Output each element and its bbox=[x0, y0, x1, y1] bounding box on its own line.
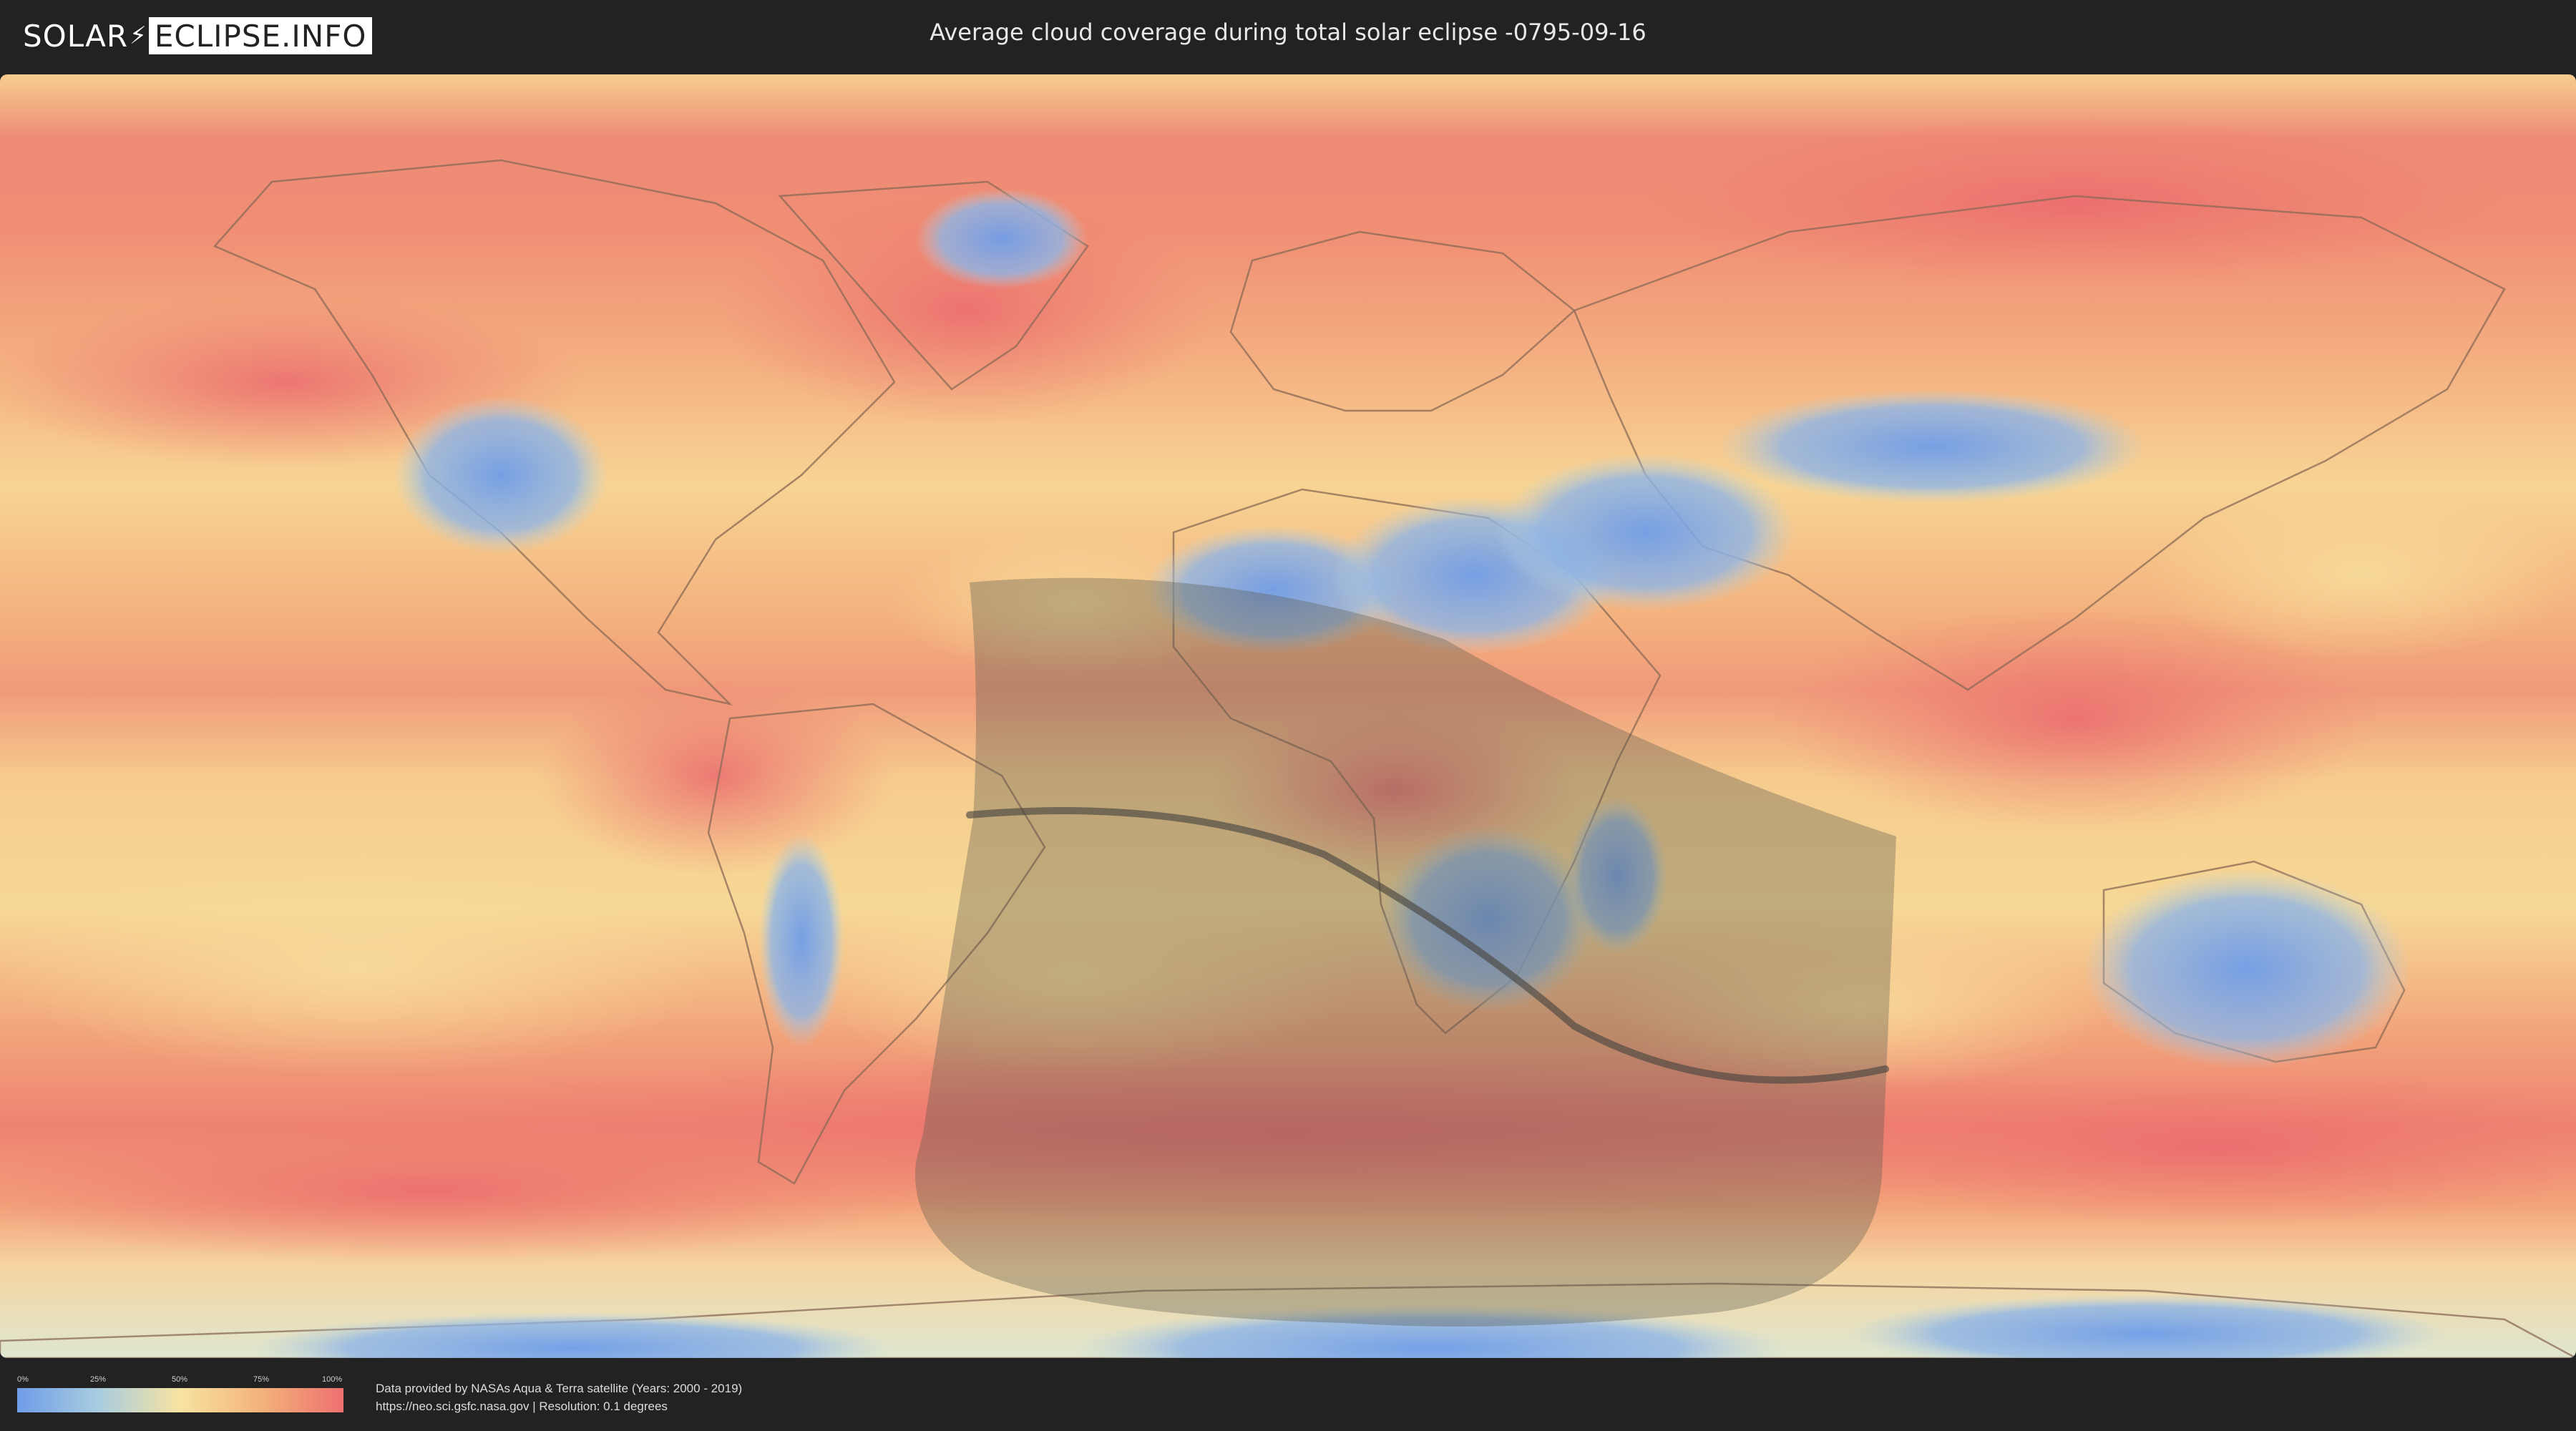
legend-ticks: 0% 25% 50% 75% 100% bbox=[17, 1375, 343, 1387]
credits-line-source: Data provided by NASAs Aqua & Terra sate… bbox=[376, 1382, 743, 1395]
legend-tick: 0% bbox=[17, 1375, 29, 1384]
map-svg bbox=[0, 74, 2576, 1358]
page-title: Average cloud coverage during total sola… bbox=[930, 19, 1646, 46]
credits-line-link[interactable]: https://neo.sci.gsfc.nasa.gov | Resoluti… bbox=[376, 1397, 742, 1415]
legend-tick: 100% bbox=[322, 1375, 343, 1384]
footer-bar: 0% 25% 50% 75% 100% Data provided by NAS… bbox=[0, 1359, 2576, 1431]
header-bar: SOLAR ⚡ ECLIPSE.INFO Average cloud cover… bbox=[0, 0, 2576, 72]
legend-tick: 75% bbox=[253, 1375, 270, 1384]
cloud-coverage-map bbox=[0, 74, 2576, 1358]
legend-tick: 25% bbox=[90, 1375, 107, 1384]
legend-tick: 50% bbox=[172, 1375, 188, 1384]
data-credits: Data provided by NASAs Aqua & Terra sate… bbox=[376, 1379, 742, 1415]
cloud-coverage-legend-bar bbox=[17, 1388, 343, 1412]
